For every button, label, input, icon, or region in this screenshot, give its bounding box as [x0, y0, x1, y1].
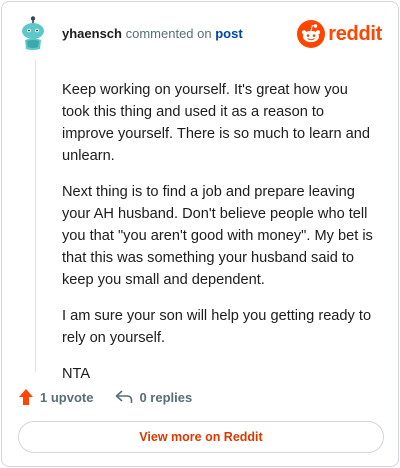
reddit-snoo-icon [297, 20, 326, 48]
snoo-avatar-icon[interactable] [18, 16, 48, 52]
comment-meta: yhaensch commented on post [62, 26, 243, 42]
comment-header: yhaensch commented on post reddit [2, 2, 398, 66]
action-text: commented on [125, 26, 212, 41]
comment-paragraph: Next thing is to find a job and prepare … [62, 184, 373, 288]
comment-embed-card: yhaensch commented on post reddit Keep w… [1, 1, 399, 467]
upvote-count: 1 upvote [40, 389, 94, 405]
view-more-button[interactable]: View more on Reddit [18, 421, 384, 453]
post-link[interactable]: post [215, 26, 242, 41]
upvote-arrow-icon [19, 389, 33, 405]
thread-line [35, 60, 36, 372]
comment-paragraph: I am sure your son will help you getting… [62, 308, 372, 346]
reddit-wordmark: reddit [328, 22, 382, 45]
author-name[interactable]: yhaensch [62, 26, 122, 41]
reply-arrow-icon [116, 390, 133, 403]
comment-paragraph: NTA [62, 366, 91, 382]
upvote-button[interactable]: 1 upvote [18, 388, 93, 406]
comment-actions: 1 upvote 0 replies [18, 387, 192, 407]
replies-button[interactable]: 0 replies [115, 389, 192, 405]
replies-count: 0 replies [139, 389, 193, 405]
reddit-logo[interactable]: reddit [297, 20, 382, 48]
comment-paragraph: Keep working on yourself. It's great how… [62, 82, 370, 164]
comment-body: Keep working on yourself. It's great how… [62, 79, 374, 399]
